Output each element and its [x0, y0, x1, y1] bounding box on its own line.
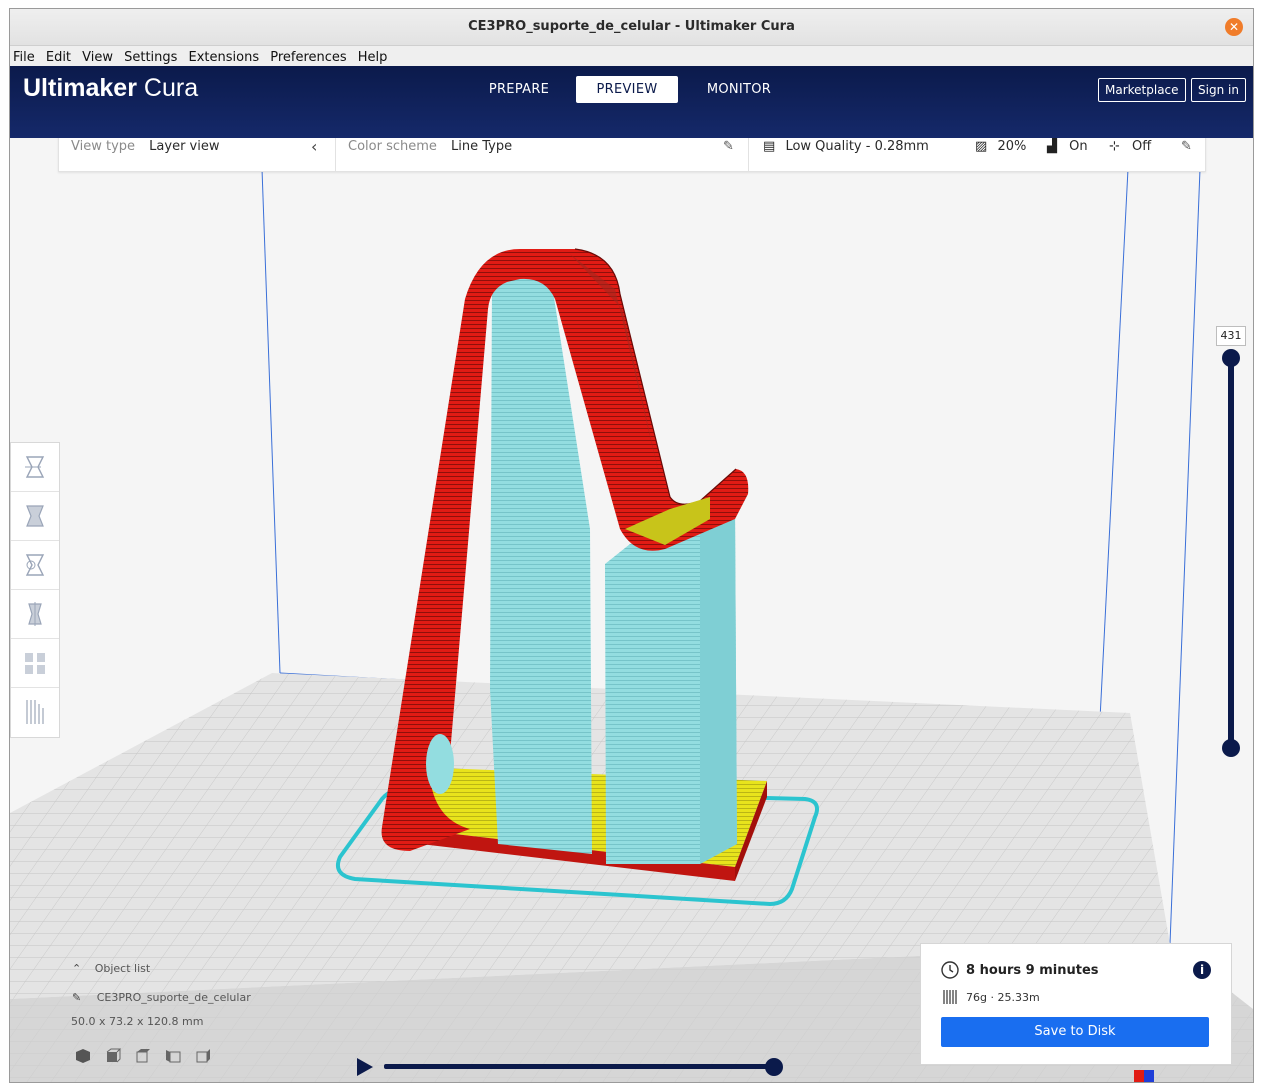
- object-list-label: Object list: [94, 962, 151, 975]
- view-type-selector[interactable]: View type Layer view: [71, 138, 220, 171]
- support-setting[interactable]: ▟ On: [1047, 138, 1088, 171]
- layer-slider-track[interactable]: [1228, 358, 1234, 748]
- play-icon[interactable]: [355, 1056, 375, 1078]
- chevron-left-icon[interactable]: ‹: [311, 138, 317, 171]
- mirror-tool-icon[interactable]: [11, 590, 59, 639]
- right-view-icon[interactable]: [194, 1047, 212, 1065]
- axis-indicator-x: [1134, 1070, 1144, 1082]
- tool-palette: [10, 442, 60, 738]
- app-header: Ultimaker Cura PREPARE PREVIEW MONITOR M…: [10, 66, 1253, 138]
- front-view-icon[interactable]: [104, 1047, 122, 1065]
- clock-icon: [941, 961, 959, 979]
- chevron-up-icon: ⌃: [72, 962, 82, 975]
- adhesion-value: Off: [1132, 139, 1152, 154]
- edit-pencil-icon: ✎: [72, 991, 82, 1004]
- support-blocker-icon[interactable]: [11, 688, 59, 736]
- object-name-row[interactable]: ✎ CE3PRO_suporte_de_celular: [72, 991, 251, 1004]
- menu-file[interactable]: File: [13, 48, 35, 67]
- material-usage: 76g · 25.33m: [966, 991, 1040, 1004]
- top-view-icon[interactable]: [134, 1047, 152, 1065]
- title-bar: CE3PRO_suporte_de_celular - Ultimaker Cu…: [10, 9, 1253, 46]
- left-view-icon[interactable]: [164, 1047, 182, 1065]
- color-scheme-label: Color scheme: [348, 139, 437, 154]
- spool-icon: [943, 990, 957, 1004]
- profile-value: Low Quality - 0.28mm: [785, 139, 929, 154]
- menu-settings[interactable]: Settings: [124, 48, 177, 67]
- signin-button[interactable]: Sign in: [1191, 78, 1246, 102]
- 3d-viewport[interactable]: View type Layer view ‹ Color scheme Line…: [10, 138, 1253, 1082]
- quality-icon: ▤: [763, 139, 776, 154]
- rotate-tool-icon[interactable]: [11, 541, 59, 590]
- menu-preferences[interactable]: Preferences: [270, 48, 346, 67]
- info-icon[interactable]: i: [1193, 961, 1211, 979]
- pencil-icon[interactable]: ✎: [723, 138, 734, 171]
- adhesion-setting[interactable]: ⊹ Off: [1109, 138, 1151, 171]
- print-settings-selector[interactable]: ▤ Low Quality - 0.28mm: [763, 138, 929, 171]
- support-value: On: [1069, 139, 1088, 154]
- settings-pencil-icon[interactable]: ✎: [1181, 138, 1192, 171]
- move-tool-icon[interactable]: [11, 443, 59, 492]
- 3d-view-icon[interactable]: [74, 1047, 92, 1065]
- menu-help[interactable]: Help: [358, 48, 388, 67]
- menu-extensions[interactable]: Extensions: [189, 48, 260, 67]
- layer-slider-top-handle[interactable]: [1222, 349, 1240, 367]
- window-title: CE3PRO_suporte_de_celular - Ultimaker Cu…: [468, 19, 795, 34]
- layer-preview-scene: [10, 168, 1253, 1082]
- menu-bar: File Edit View Settings Extensions Prefe…: [10, 46, 1253, 67]
- view-type-value: Layer view: [149, 139, 220, 154]
- tab-monitor[interactable]: MONITOR: [694, 76, 784, 103]
- object-list-toggle[interactable]: ⌃ Object list: [72, 962, 150, 975]
- infill-icon: ▨: [975, 139, 988, 154]
- view-type-label: View type: [71, 139, 136, 154]
- object-dimensions: 50.0 x 73.2 x 120.8 mm: [71, 1015, 204, 1028]
- per-model-settings-icon[interactable]: [11, 639, 59, 688]
- application-window: CE3PRO_suporte_de_celular - Ultimaker Cu…: [9, 8, 1254, 1083]
- object-name: CE3PRO_suporte_de_celular: [96, 991, 251, 1004]
- infill-value: 20%: [997, 139, 1027, 154]
- menu-view[interactable]: View: [82, 48, 113, 67]
- support-icon: ▟: [1047, 139, 1057, 154]
- save-to-disk-button[interactable]: Save to Disk: [941, 1017, 1209, 1047]
- marketplace-button[interactable]: Marketplace: [1098, 78, 1186, 102]
- app-logo: Ultimaker Cura: [23, 74, 199, 102]
- print-time: 8 hours 9 minutes: [966, 963, 1099, 978]
- color-scheme-value: Line Type: [451, 139, 513, 154]
- scale-tool-icon[interactable]: [11, 492, 59, 541]
- close-icon[interactable]: ✕: [1225, 18, 1243, 36]
- print-info-panel: 8 hours 9 minutes i 76g · 25.33m Save to…: [920, 943, 1232, 1065]
- menu-edit[interactable]: Edit: [46, 48, 71, 67]
- adhesion-icon: ⊹: [1109, 139, 1120, 154]
- path-slider-track[interactable]: [384, 1064, 776, 1069]
- view-toolbar: View type Layer view ‹ Color scheme Line…: [58, 138, 1206, 172]
- infill-setting[interactable]: ▨ 20%: [975, 138, 1026, 171]
- layer-slider-bottom-handle[interactable]: [1222, 739, 1240, 757]
- path-slider-handle[interactable]: [765, 1058, 783, 1076]
- tab-preview[interactable]: PREVIEW: [576, 76, 678, 103]
- layer-number[interactable]: 431: [1216, 326, 1246, 346]
- axis-indicator-y: [1144, 1070, 1154, 1082]
- tab-prepare[interactable]: PREPARE: [476, 76, 562, 103]
- color-scheme-selector[interactable]: Color scheme Line Type: [348, 138, 512, 171]
